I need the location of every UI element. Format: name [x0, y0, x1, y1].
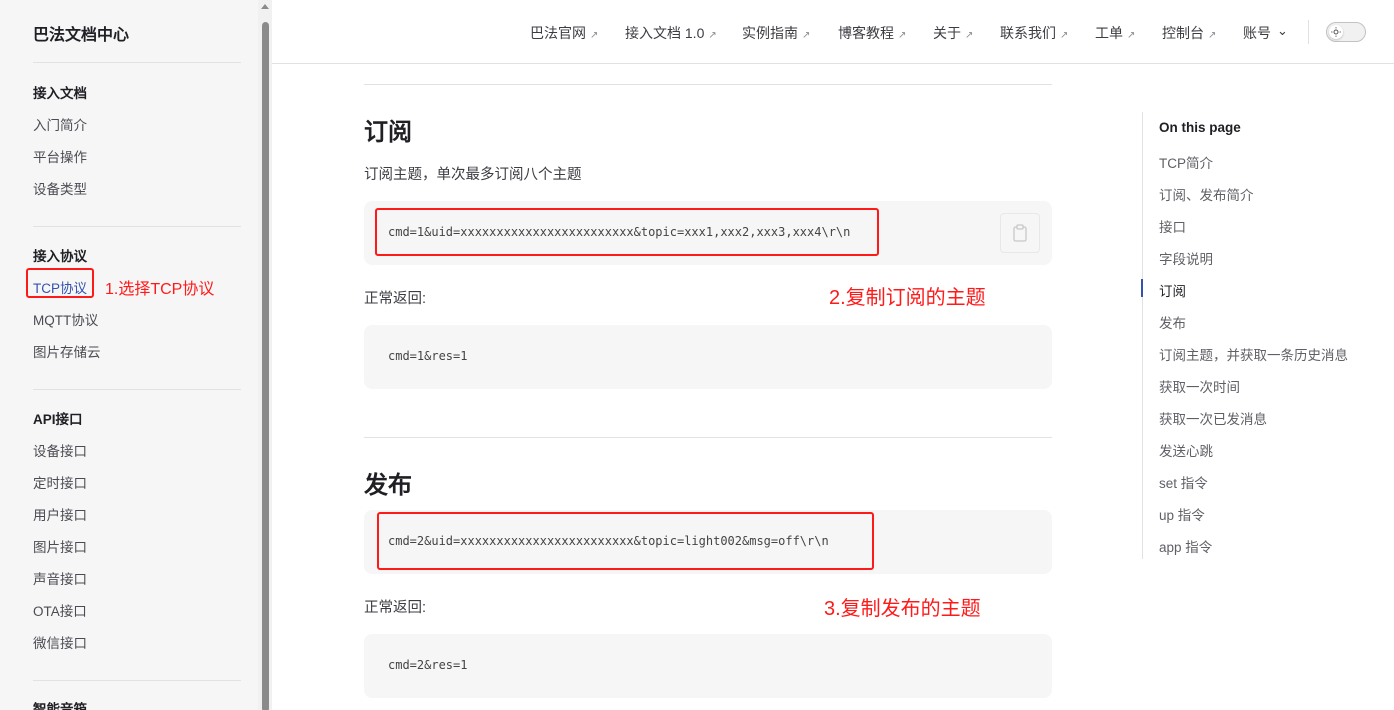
outline-item[interactable]: 发送心跳	[1159, 440, 1213, 460]
external-link-icon: ↗	[1060, 30, 1069, 41]
outline-item[interactable]: 获取一次时间	[1159, 376, 1240, 396]
annotation-step2: 2.复制订阅的主题	[829, 287, 986, 309]
nav-link-label: 实例指南	[742, 25, 798, 41]
clipboard-icon	[1013, 224, 1027, 242]
return-label: 正常返回:	[364, 600, 427, 616]
nav-link-docs[interactable]: 接入文档 1.0 ↗	[625, 23, 717, 43]
sidebar-group-title: 接入协议	[33, 249, 87, 264]
nav-link-examples[interactable]: 实例指南 ↗	[742, 23, 810, 43]
site-brand[interactable]: 巴法文档中心	[33, 21, 129, 45]
top-nav	[272, 0, 1394, 64]
section-heading-publish: 发布	[364, 472, 412, 499]
section-divider	[364, 437, 1052, 438]
outline-item[interactable]: 字段说明	[1159, 248, 1213, 268]
code-text: cmd=1&res=1	[388, 349, 468, 363]
theme-toggle[interactable]	[1326, 22, 1366, 42]
annotation-highlight-box	[377, 512, 874, 570]
external-link-icon: ↗	[802, 30, 811, 41]
nav-link-label: 工单	[1095, 25, 1123, 41]
nav-link-blog[interactable]: 博客教程 ↗	[838, 23, 906, 43]
sidebar-item-ota-api[interactable]: OTA接口	[33, 600, 87, 620]
sidebar-item-mqtt[interactable]: MQTT协议	[33, 309, 98, 329]
external-link-icon: ↗	[1208, 30, 1217, 41]
annotation-step3: 3.复制发布的主题	[824, 598, 981, 620]
nav-divider	[1308, 20, 1309, 44]
sidebar-item-intro[interactable]: 入门简介	[33, 114, 87, 134]
annotation-highlight-box	[26, 268, 94, 298]
outline-item[interactable]: 获取一次已发消息	[1159, 408, 1267, 428]
nav-link-label: 博客教程	[838, 25, 894, 41]
nav-account-label: 账号	[1243, 25, 1271, 41]
sidebar-group-title: API接口	[33, 412, 83, 427]
nav-link-about[interactable]: 关于 ↗	[933, 23, 973, 43]
annotation-step1: 1.选择TCP协议	[105, 281, 215, 298]
sidebar-item-platform[interactable]: 平台操作	[33, 146, 87, 166]
return-label: 正常返回:	[364, 291, 427, 307]
nav-link-label: 关于	[933, 25, 961, 41]
external-link-icon: ↗	[708, 30, 717, 41]
sidebar-divider	[33, 62, 241, 63]
nav-link-label: 接入文档 1.0	[625, 25, 705, 41]
outline-item[interactable]: 订阅主题，并获取一条历史消息	[1159, 344, 1348, 364]
outline-title: On this page	[1159, 120, 1241, 135]
nav-link-official-site[interactable]: 巴法官网 ↗	[530, 23, 598, 43]
code-block-publish-return: cmd=2&res=1	[364, 634, 1052, 698]
subscribe-description: 订阅主题，单次最多订阅八个主题	[364, 167, 582, 183]
sidebar-scrollbar-thumb[interactable]	[262, 22, 269, 710]
nav-link-label: 控制台	[1162, 25, 1204, 41]
chevron-down-icon: ⌄	[1277, 23, 1288, 38]
sidebar: 巴法文档中心 接入文档 入门简介 平台操作 设备类型 接入协议 TCP协议 MQ…	[0, 0, 258, 710]
code-text: cmd=2&res=1	[388, 658, 468, 672]
sidebar-item-device-api[interactable]: 设备接口	[33, 440, 87, 460]
sidebar-item-device-types[interactable]: 设备类型	[33, 178, 87, 198]
outline-item[interactable]: TCP简介	[1159, 152, 1213, 172]
outline-item[interactable]: app 指令	[1159, 536, 1212, 556]
sun-icon	[1329, 25, 1343, 39]
external-link-icon: ↗	[965, 30, 974, 41]
nav-link-label: 巴法官网	[530, 25, 586, 41]
sidebar-divider	[33, 226, 241, 227]
sidebar-item-timer-api[interactable]: 定时接口	[33, 472, 87, 492]
sidebar-group-title: 智能音箱	[33, 702, 87, 710]
sidebar-item-sound-api[interactable]: 声音接口	[33, 568, 87, 588]
nav-account-dropdown[interactable]: 账号 ⌄	[1243, 23, 1288, 43]
external-link-icon: ↗	[1127, 30, 1136, 41]
outline-item-active[interactable]: 订阅	[1159, 280, 1186, 300]
outline-item[interactable]: 接口	[1159, 216, 1186, 236]
annotation-highlight-box	[375, 208, 879, 256]
nav-link-contact[interactable]: 联系我们 ↗	[1000, 23, 1068, 43]
section-heading-subscribe: 订阅	[364, 119, 412, 146]
outline-item[interactable]: up 指令	[1159, 504, 1205, 524]
external-link-icon: ↗	[898, 30, 907, 41]
outline-track	[1142, 112, 1143, 559]
section-divider	[364, 84, 1052, 85]
sidebar-item-image-cloud[interactable]: 图片存储云	[33, 341, 101, 361]
external-link-icon: ↗	[590, 30, 599, 41]
nav-link-console[interactable]: 控制台 ↗	[1162, 23, 1216, 43]
scroll-up-arrow-icon[interactable]	[261, 4, 269, 9]
outline-item[interactable]: 发布	[1159, 312, 1186, 332]
sidebar-divider	[33, 680, 241, 681]
sidebar-divider	[33, 389, 241, 390]
copy-button[interactable]	[1000, 213, 1040, 253]
code-block-subscribe-return: cmd=1&res=1	[364, 325, 1052, 389]
nav-link-ticket[interactable]: 工单 ↗	[1095, 23, 1135, 43]
nav-link-label: 联系我们	[1000, 25, 1056, 41]
sidebar-item-wechat-api[interactable]: 微信接口	[33, 632, 87, 652]
sidebar-item-image-api[interactable]: 图片接口	[33, 536, 87, 556]
outline-item[interactable]: 订阅、发布简介	[1159, 184, 1254, 204]
outline-active-marker	[1141, 279, 1143, 297]
sidebar-item-user-api[interactable]: 用户接口	[33, 504, 87, 524]
sidebar-group-title: 接入文档	[33, 86, 87, 101]
outline-item[interactable]: set 指令	[1159, 472, 1208, 492]
